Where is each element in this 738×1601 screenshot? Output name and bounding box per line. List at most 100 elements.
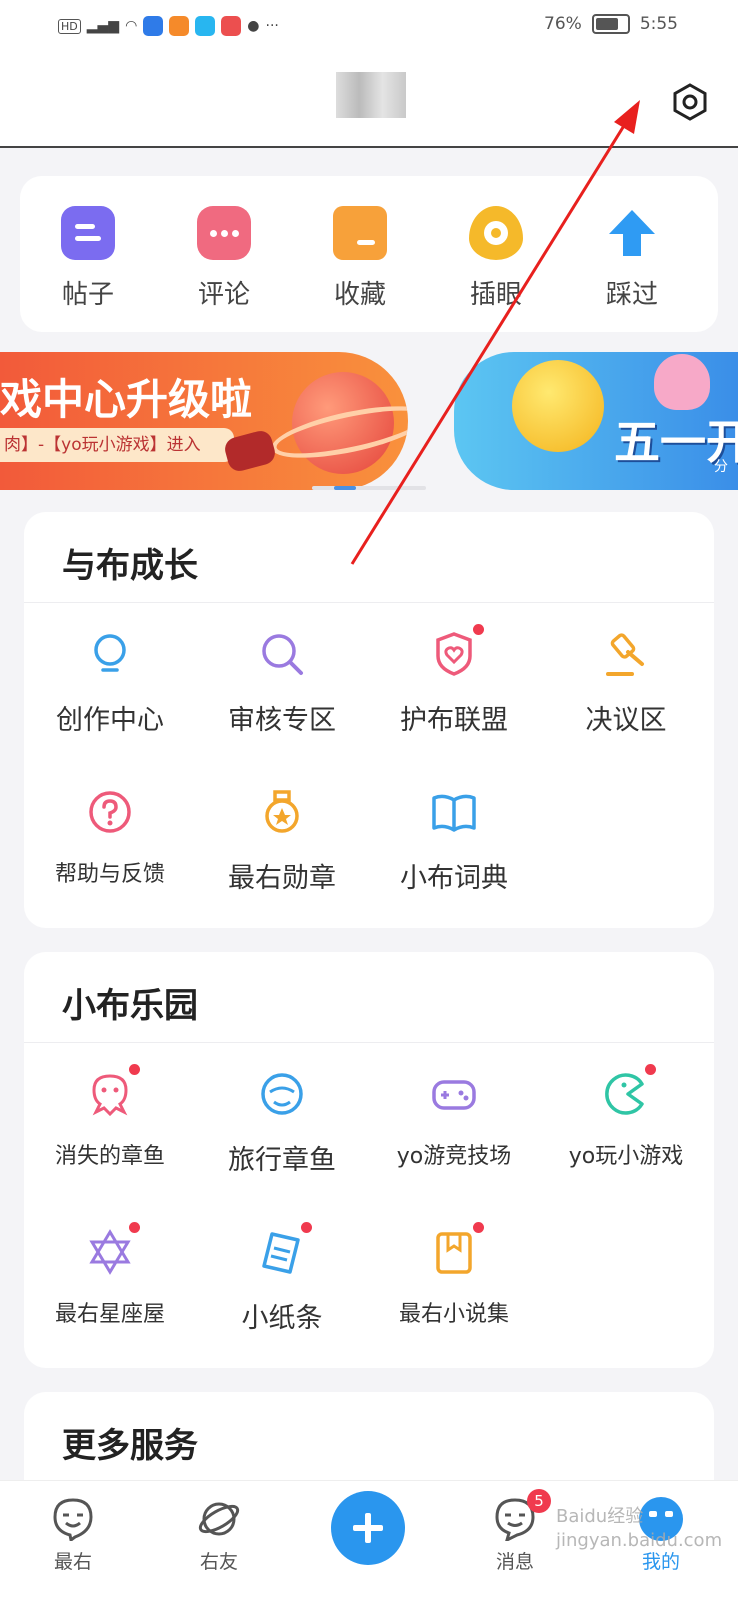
grid-item-paper-note[interactable]: 小纸条 <box>196 1222 368 1335</box>
banner-title: 戏中心升级啦 <box>0 375 253 424</box>
grid-item-resolution-zone[interactable]: 决议区 <box>540 630 712 737</box>
chat-icon: ● <box>247 18 260 34</box>
pacman-icon <box>602 1064 656 1118</box>
banner-carousel[interactable]: 戏中心升级啦 肉】-【yo玩小游戏】进入 五一开 分 <box>0 352 738 502</box>
star-of-david-icon <box>86 1222 140 1276</box>
grid-item-label: 小布词典 <box>400 863 508 894</box>
grid-item-label: 创作中心 <box>56 705 164 736</box>
grid-item-label: 最右勋章 <box>228 863 336 894</box>
blurred-username <box>336 72 406 118</box>
quick-action-label: 踩过 <box>605 280 658 310</box>
quick-action-downvoted[interactable]: 踩过 <box>572 206 692 311</box>
tab-zuiyou[interactable]: 最右 <box>28 1497 118 1574</box>
notification-dot <box>129 1222 140 1233</box>
status-left-icons: HD ▂▄▆ ◠ ● ··· <box>58 16 279 36</box>
bottom-tab-bar: 最右 右友 5 消息 我的 Baidu经验 jingyan.baidu.com <box>0 1480 738 1601</box>
comment-icon <box>197 206 251 260</box>
grid-item-creation-center[interactable]: 创作中心 <box>24 630 196 737</box>
planet-icon <box>198 1502 240 1536</box>
grid-item-constellation[interactable]: 最右星座屋 <box>24 1222 196 1328</box>
grid-item-label: 帮助与反馈 <box>54 862 165 887</box>
status-right: 76% 5:55 <box>544 14 678 34</box>
grid-item-label: 审核专区 <box>228 705 336 736</box>
novel-book-icon <box>430 1222 484 1276</box>
quick-action-label: 插眼 <box>469 280 522 310</box>
grid-item-travel-octopus[interactable]: 旅行章鱼 <box>196 1070 368 1177</box>
quick-actions-card: 帖子 评论 收藏 插眼 踩过 <box>20 176 718 332</box>
smiley-mascot-illustration <box>512 360 604 452</box>
grid-item-dictionary[interactable]: 小布词典 <box>368 788 540 895</box>
tab-label: 最右 <box>53 1551 92 1573</box>
post-icon <box>61 206 115 260</box>
folder-icon <box>333 206 387 260</box>
tab-friends[interactable]: 右友 <box>174 1497 264 1574</box>
eye-icon <box>469 206 523 260</box>
settings-icon[interactable] <box>670 82 710 122</box>
smile-face-icon <box>53 1498 93 1541</box>
grid-item-label: 小纸条 <box>241 1303 323 1334</box>
section-title: 小布乐园 <box>62 986 198 1026</box>
publish-plus-button[interactable] <box>331 1491 405 1565</box>
notification-dot <box>129 1064 140 1075</box>
park-section: 小布乐园 消失的章鱼 旅行章鱼 yo游竞技场 yo玩小游戏 最右星座屋 小纸条 … <box>24 952 714 1368</box>
divider <box>24 602 714 603</box>
app-notification-icon <box>143 16 164 36</box>
profile-header <box>0 56 738 148</box>
magnifier-icon <box>262 634 303 675</box>
grid-item-guard-alliance[interactable]: 护布联盟 <box>368 624 540 737</box>
notification-dot <box>645 1064 656 1075</box>
shield-heart-icon <box>430 624 484 678</box>
bulb-icon <box>94 634 126 672</box>
growth-section: 与布成长 创作中心 审核专区 护布联盟 决议区 帮助与反馈 最右勋章 小布词典 <box>24 512 714 928</box>
app-notification-icon <box>169 16 190 36</box>
grid-item-medals[interactable]: 最右勋章 <box>196 788 368 895</box>
quick-action-posts[interactable]: 帖子 <box>28 206 148 311</box>
quick-action-label: 帖子 <box>61 280 114 310</box>
divider <box>24 1042 714 1043</box>
octopus-mascot-illustration <box>654 354 710 410</box>
may-day-banner[interactable]: 五一开 分 <box>454 352 738 490</box>
book-icon <box>432 794 476 832</box>
grid-item-label: yo游竞技场 <box>396 1144 512 1169</box>
hd-icon: HD <box>58 18 81 34</box>
game-center-banner[interactable]: 戏中心升级啦 肉】-【yo玩小游戏】进入 <box>0 352 408 490</box>
notification-dot <box>473 1222 484 1233</box>
tab-label: 右友 <box>199 1551 238 1573</box>
quick-action-label: 收藏 <box>333 280 386 310</box>
4g-signal-icon: ▂▄▆ <box>86 18 120 34</box>
quick-action-label: 评论 <box>197 280 250 310</box>
banner-subtitle: 肉】-【yo玩小游戏】进入 <box>0 428 234 462</box>
status-more: ··· <box>265 18 279 34</box>
section-title: 更多服务 <box>62 1426 198 1466</box>
message-count-badge: 5 <box>527 1489 551 1513</box>
message-face-icon: 5 <box>493 1489 551 1543</box>
carousel-indicator <box>312 486 426 490</box>
grid-item-label: yo玩小游戏 <box>568 1144 684 1169</box>
quick-action-comments[interactable]: 评论 <box>164 206 284 311</box>
grid-item-label: 护布联盟 <box>400 705 508 736</box>
grid-item-review-zone[interactable]: 审核专区 <box>196 630 368 737</box>
banner-subtitle: 分 <box>714 459 728 475</box>
grid-item-label: 消失的章鱼 <box>54 1144 165 1169</box>
grid-item-yo-mini-games[interactable]: yo玩小游戏 <box>540 1064 712 1170</box>
watermark: Baidu经验 jingyan.baidu.com <box>556 1506 723 1551</box>
notification-dot <box>473 624 484 635</box>
tab-messages[interactable]: 5 消息 <box>470 1489 560 1574</box>
paper-note-icon <box>258 1222 312 1276</box>
grid-item-yo-arena[interactable]: yo游竞技场 <box>368 1070 540 1170</box>
quick-action-bookmark-eye[interactable]: 插眼 <box>436 206 556 311</box>
grid-item-missing-octopus[interactable]: 消失的章鱼 <box>24 1064 196 1170</box>
grid-item-novel-collection[interactable]: 最右小说集 <box>368 1222 540 1328</box>
octopus-icon <box>86 1064 140 1118</box>
clock: 5:55 <box>639 14 678 34</box>
app-notification-icon <box>221 16 242 36</box>
grid-item-label: 旅行章鱼 <box>228 1145 336 1176</box>
grid-item-help-feedback[interactable]: 帮助与反馈 <box>24 788 196 888</box>
arrow-up-icon <box>609 210 655 256</box>
wifi-icon: ◠ <box>125 18 138 34</box>
app-notification-icon <box>195 16 216 36</box>
gavel-icon <box>606 633 644 676</box>
notification-dot <box>301 1222 312 1233</box>
quick-action-favorites[interactable]: 收藏 <box>300 206 420 311</box>
grid-item-label: 最右星座屋 <box>54 1302 165 1327</box>
